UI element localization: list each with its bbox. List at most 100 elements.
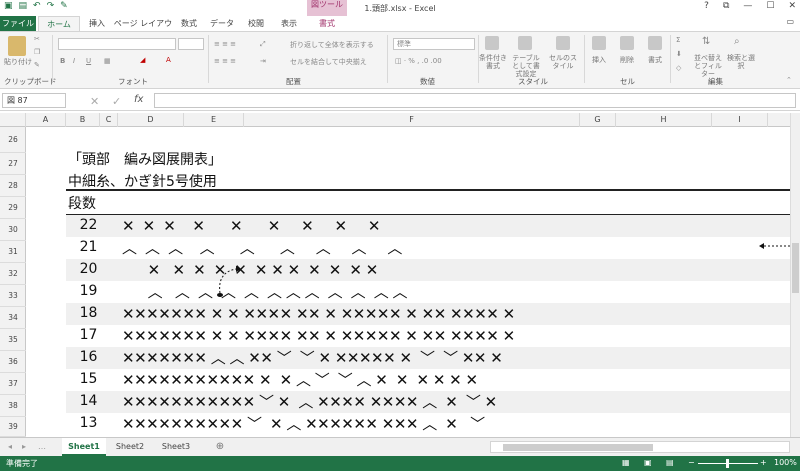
name-box[interactable]: 図 87	[2, 93, 66, 108]
format-painter-icon[interactable]: ✎	[34, 61, 40, 69]
column-header[interactable]: C	[100, 113, 118, 127]
help-button[interactable]: ?	[704, 1, 709, 11]
formula-input[interactable]	[154, 93, 796, 108]
row-header[interactable]: 27	[0, 153, 26, 175]
number-format-box[interactable]: 標準	[393, 38, 475, 50]
font-size-box[interactable]	[178, 38, 204, 50]
conditional-format-icon[interactable]	[485, 36, 499, 50]
column-header[interactable]: I	[712, 113, 768, 127]
format-cells-button[interactable]: 書式	[642, 56, 668, 64]
format-as-table-button[interactable]: テーブルとして書式設定	[509, 54, 543, 78]
horizontal-scrollbar[interactable]	[490, 441, 790, 453]
tab-view[interactable]: 表示	[274, 16, 304, 31]
insert-cells-button[interactable]: 挿入	[586, 56, 612, 64]
column-header[interactable]: B	[66, 113, 100, 127]
paste-icon[interactable]	[8, 36, 26, 56]
tab-home[interactable]: ホーム	[38, 16, 80, 31]
row-header[interactable]: 29	[0, 197, 26, 219]
tab-format[interactable]: 書式	[307, 16, 347, 31]
row-header[interactable]: 36	[0, 351, 26, 373]
h-scroll-thumb[interactable]	[503, 444, 653, 451]
cancel-icon[interactable]: ✕	[90, 95, 99, 108]
clear-icon[interactable]: ◇	[676, 64, 681, 72]
select-all-corner[interactable]	[0, 113, 26, 127]
normal-view-icon[interactable]: ▦	[622, 458, 630, 467]
worksheet-grid[interactable]: 「頭部 編み図展開表」 中細糸、かぎ針5号使用 段数 22 ✕ ✕ ✕ ✕ ✕ …	[26, 127, 790, 437]
insert-function-button[interactable]: fx	[134, 94, 143, 105]
sort-filter-button[interactable]: 並べ替えとフィルター	[692, 54, 724, 78]
column-header[interactable]: H	[616, 113, 712, 127]
zoom-out-button[interactable]: −	[688, 458, 695, 467]
underline-button[interactable]: U	[86, 57, 91, 65]
sheet-more-left[interactable]: …	[38, 438, 46, 456]
wrap-text-button[interactable]: 折り返して全体を表示する	[290, 40, 374, 50]
number-format-icons[interactable]: ◫ · % , .0 .00	[395, 57, 442, 65]
insert-cells-icon[interactable]	[592, 36, 606, 50]
sheet-tab-active[interactable]: Sheet1	[62, 438, 106, 456]
delete-cells-button[interactable]: 削除	[614, 56, 640, 64]
bold-button[interactable]: B	[60, 57, 65, 65]
column-header[interactable]: F	[244, 113, 580, 127]
font-name-box[interactable]	[58, 38, 176, 50]
row-header[interactable]: 26	[0, 127, 26, 153]
indent-icon[interactable]: ⇥	[260, 57, 266, 65]
find-select-button[interactable]: 検索と選択	[726, 54, 756, 70]
tab-page-layout[interactable]: ページ レイアウト	[112, 16, 174, 43]
merge-center-button[interactable]: セルを結合して中央揃え	[290, 57, 367, 67]
page-layout-view-icon[interactable]: ▣	[644, 458, 652, 467]
sort-filter-icon[interactable]: ⇅	[702, 36, 710, 47]
row-header[interactable]: 37	[0, 373, 26, 395]
scroll-thumb[interactable]	[792, 243, 799, 293]
minimize-button[interactable]: —	[743, 1, 752, 11]
column-header[interactable]: D	[118, 113, 184, 127]
copy-icon[interactable]: ❐	[34, 48, 40, 56]
autosum-icon[interactable]: Σ	[676, 36, 680, 44]
find-select-icon[interactable]: ⌕	[734, 36, 740, 47]
tab-review[interactable]: 校閲	[240, 16, 272, 31]
row-header[interactable]: 38	[0, 395, 26, 417]
next-sheet-icon[interactable]: ▸	[18, 438, 30, 456]
fill-icon[interactable]: ⬇	[676, 50, 682, 58]
cut-icon[interactable]: ✂	[34, 35, 40, 43]
sheet-tab[interactable]: Sheet2	[108, 438, 152, 456]
page-break-view-icon[interactable]: ▤	[666, 458, 674, 467]
zoom-level[interactable]: 100%	[774, 458, 797, 467]
tab-data[interactable]: データ	[206, 16, 238, 31]
column-header[interactable]: E	[184, 113, 244, 127]
font-color-icon[interactable]: A	[166, 56, 171, 64]
end-arrow-shape[interactable]	[756, 239, 790, 253]
row-header[interactable]: 31	[0, 241, 26, 263]
paste-button[interactable]: 貼り付け	[2, 58, 34, 66]
zoom-thumb[interactable]	[726, 459, 729, 468]
enter-icon[interactable]: ✓	[112, 95, 121, 108]
column-header[interactable]: G	[580, 113, 616, 127]
close-button[interactable]: ✕	[788, 1, 796, 11]
orientation-icon[interactable]: ⤢	[260, 40, 266, 49]
row-header[interactable]: 32	[0, 263, 26, 285]
cell-styles-button[interactable]: セルのスタイル	[548, 54, 578, 70]
format-cells-icon[interactable]	[648, 36, 662, 50]
cell-styles-icon[interactable]	[556, 36, 570, 50]
tab-insert[interactable]: 挿入	[82, 16, 112, 31]
start-arrow-shape[interactable]	[206, 263, 246, 299]
row-header[interactable]: 30	[0, 219, 26, 241]
maximize-button[interactable]: ☐	[766, 1, 774, 11]
align-top-icon[interactable]: ≡ ≡ ≡	[214, 40, 236, 48]
tab-file[interactable]: ファイル	[0, 16, 36, 31]
sheet-tab[interactable]: Sheet3	[154, 438, 198, 456]
collapse-ribbon-icon[interactable]: ⌃	[786, 76, 792, 84]
fill-color-icon[interactable]: ◢	[140, 56, 145, 64]
sign-in[interactable]: ▭	[786, 17, 794, 26]
tab-formulas[interactable]: 数式	[174, 16, 204, 31]
vertical-scrollbar[interactable]	[790, 113, 800, 437]
format-as-table-icon[interactable]	[518, 36, 532, 50]
border-icon[interactable]: ▦	[104, 57, 111, 65]
ribbon-display-button[interactable]: ⧉	[723, 1, 729, 11]
zoom-slider[interactable]	[698, 459, 758, 468]
align-left-icon[interactable]: ≡ ≡ ≡	[214, 57, 236, 65]
zoom-in-button[interactable]: +	[760, 458, 767, 467]
add-sheet-button[interactable]: ⊕	[212, 438, 228, 456]
row-header[interactable]: 28	[0, 175, 26, 197]
delete-cells-icon[interactable]	[620, 36, 634, 50]
conditional-format-button[interactable]: 条件付き書式	[478, 54, 508, 70]
